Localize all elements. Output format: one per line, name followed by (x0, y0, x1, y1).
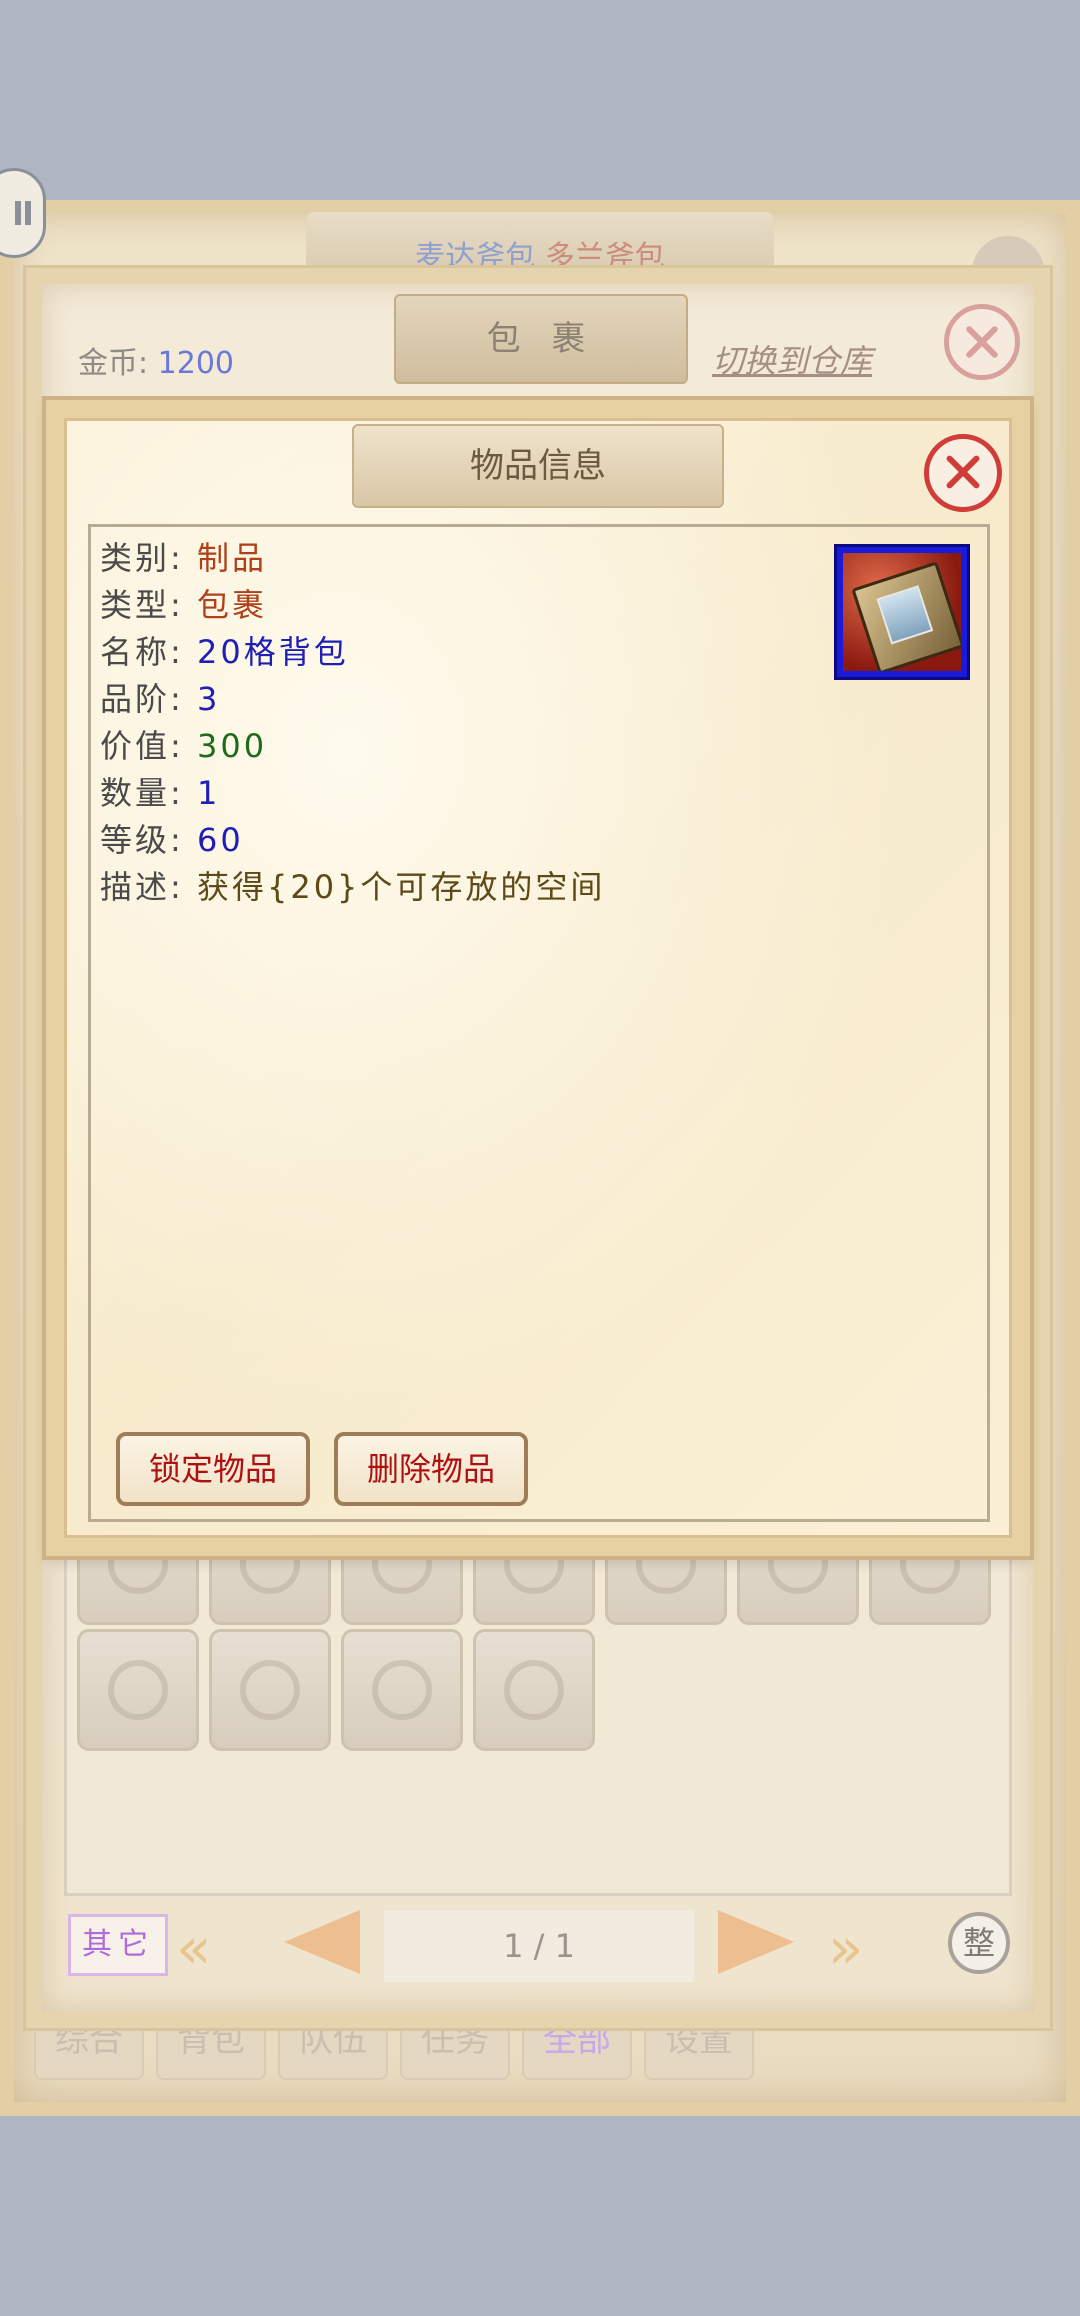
delete-item-button[interactable]: 删除物品 (334, 1432, 528, 1506)
switch-to-warehouse-link[interactable]: 切换到仓库 (712, 336, 872, 382)
row-value: 包裹 (196, 586, 267, 624)
next-page-icon[interactable] (718, 1910, 794, 1974)
other-button[interactable]: 其它 (68, 1914, 168, 1976)
info-row-name: 名称: 20格背包 (100, 632, 349, 672)
info-row-value: 价值: 300 (100, 726, 267, 766)
gold-value: 1200 (157, 346, 235, 381)
sort-button[interactable]: 整 (948, 1912, 1010, 1974)
row-label: 名称: (100, 633, 184, 671)
info-row-level: 等级: 60 (100, 820, 244, 860)
backpack-book-icon (834, 544, 970, 680)
row-value: 60 (196, 821, 244, 859)
prev-page-icon[interactable] (284, 1910, 360, 1974)
close-bag-button[interactable] (944, 304, 1020, 380)
row-value: 3 (196, 680, 221, 718)
bag-slot[interactable] (77, 1629, 199, 1751)
row-label: 品阶: (100, 680, 184, 718)
row-value: 制品 (196, 539, 267, 577)
page-indicator: 1 / 1 (384, 1910, 694, 1982)
row-value: 300 (196, 727, 268, 765)
last-page-icon[interactable]: » (828, 1914, 863, 1982)
info-row-grade: 品阶: 3 (100, 679, 220, 719)
row-value: 获得{20}个可存放的空间 (196, 868, 606, 906)
info-row-quantity: 数量: 1 (100, 773, 220, 813)
row-label: 类型: (100, 586, 184, 624)
gold-label: 金币: (78, 346, 149, 381)
bag-slot[interactable] (341, 1629, 463, 1751)
first-page-icon[interactable]: « (176, 1914, 211, 1982)
row-label: 类别: (100, 539, 184, 577)
close-dialog-button[interactable] (924, 434, 1002, 512)
bag-slot[interactable] (209, 1629, 331, 1751)
bag-title: 包 裹 (394, 294, 688, 384)
row-label: 等级: (100, 821, 184, 859)
dialog-title: 物品信息 (352, 424, 724, 508)
side-menu-toggle[interactable] (0, 168, 46, 258)
lock-item-button[interactable]: 锁定物品 (116, 1432, 310, 1506)
row-label: 数量: (100, 774, 184, 812)
bag-grid (64, 1503, 1012, 1896)
pause-icon (15, 201, 21, 225)
gold-display: 金币: 1200 (78, 338, 234, 382)
row-label: 价值: (100, 727, 184, 765)
row-label: 描述: (100, 868, 184, 906)
info-row-description: 描述: 获得{20}个可存放的空间 (100, 867, 605, 907)
row-value: 20格背包 (196, 633, 349, 671)
row-value: 1 (196, 774, 221, 812)
info-row-type: 类型: 包裹 (100, 585, 267, 625)
bag-slot[interactable] (473, 1629, 595, 1751)
info-row-category: 类别: 制品 (100, 538, 267, 578)
